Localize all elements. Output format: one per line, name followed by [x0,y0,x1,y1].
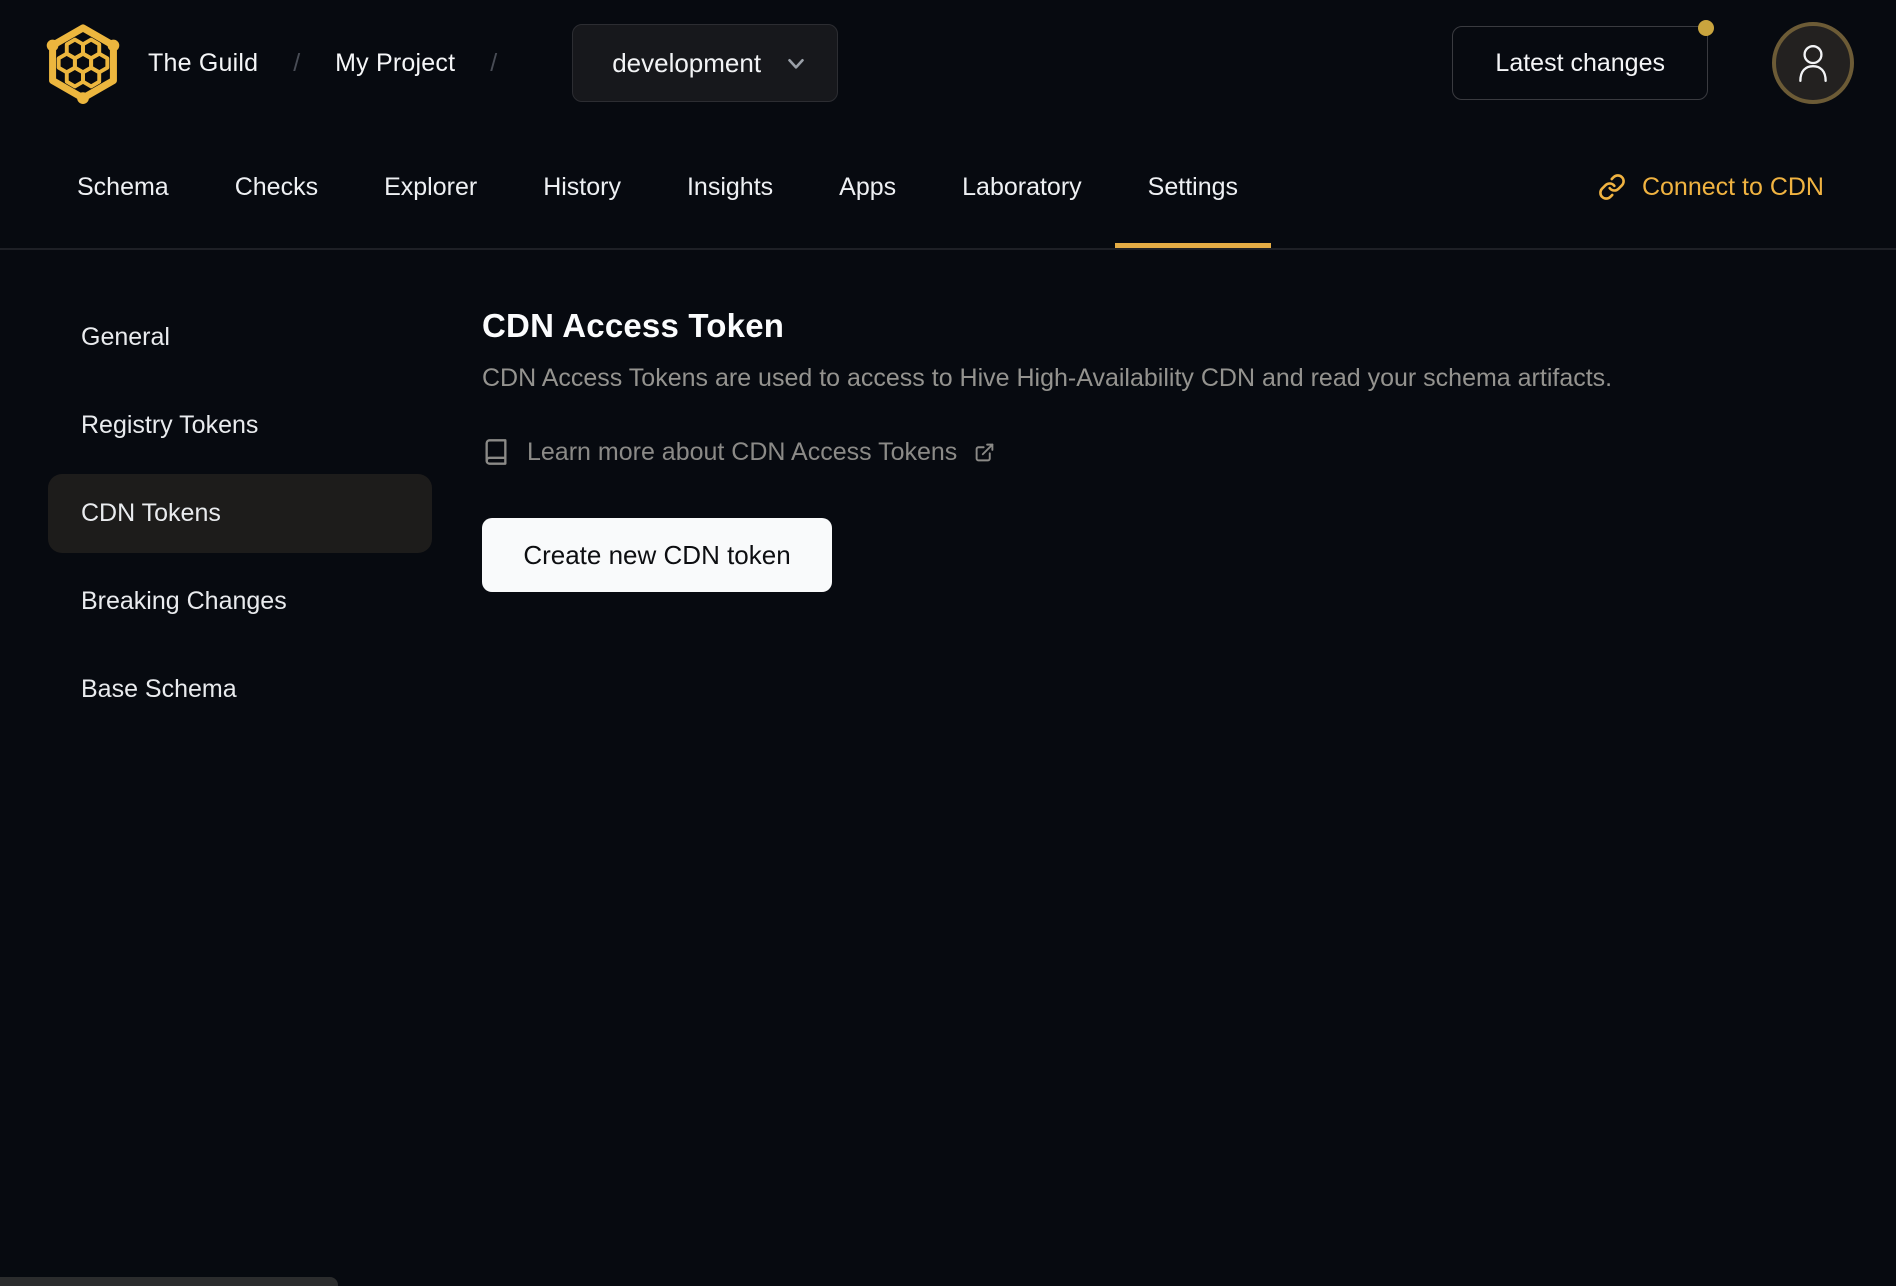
latest-changes-label: Latest changes [1495,48,1665,77]
tabbar-spacer [1271,126,1598,248]
breadcrumb: The Guild / My Project / development [148,24,839,102]
tab-settings[interactable]: Settings [1115,126,1271,248]
tab-laboratory[interactable]: Laboratory [929,126,1115,248]
latest-changes-button[interactable]: Latest changes [1452,20,1714,100]
notification-dot [1698,20,1714,36]
tab-checks[interactable]: Checks [202,126,351,248]
connect-to-cdn-link[interactable]: Connect to CDN [1598,126,1824,248]
sidebar-item-base-schema[interactable]: Base Schema [48,650,432,729]
tab-bar: Schema Checks Explorer History Insights … [0,126,1896,250]
sidebar-item-cdn-tokens[interactable]: CDN Tokens [48,474,432,553]
tab-schema[interactable]: Schema [44,126,202,248]
page-description: CDN Access Tokens are used to access to … [482,364,1613,392]
header: The Guild / My Project / development Lat… [0,0,1896,126]
target-select[interactable]: development [572,24,839,102]
chevron-down-icon [783,50,809,76]
learn-more-label: Learn more about CDN Access Tokens [527,437,958,466]
hive-logo-icon [44,20,122,106]
content: General Registry Tokens CDN Tokens Break… [0,250,1896,1286]
main-panel: CDN Access Token CDN Access Tokens are u… [434,250,1896,1286]
hive-logo[interactable] [44,20,122,106]
create-cdn-token-button[interactable]: Create new CDN token [482,518,832,592]
avatar-button[interactable] [1772,22,1854,104]
bottom-partial-element [0,1277,338,1286]
sidebar-item-registry-tokens[interactable]: Registry Tokens [48,386,432,465]
breadcrumb-separator: / [490,48,498,77]
link-icon [1598,173,1626,201]
page-title: CDN Access Token [482,307,785,344]
breadcrumb-org[interactable]: The Guild [148,49,258,78]
breadcrumb-project[interactable]: My Project [335,49,455,78]
target-select-value: development [612,47,762,78]
tab-apps[interactable]: Apps [806,126,929,248]
app: { "header": { "breadcrumb": { "org": "Th… [0,0,1896,1286]
user-icon [1795,43,1831,83]
external-link-icon [974,442,995,463]
sidebar-item-general[interactable]: General [48,298,432,377]
breadcrumb-separator: / [293,48,301,77]
tab-insights[interactable]: Insights [654,126,806,248]
book-icon [482,437,510,467]
tab-history[interactable]: History [510,126,654,248]
tab-explorer[interactable]: Explorer [351,126,510,248]
connect-to-cdn-label: Connect to CDN [1641,172,1824,201]
sidebar-item-breaking-changes[interactable]: Breaking Changes [48,562,432,641]
learn-more-link[interactable]: Learn more about CDN Access Tokens [482,437,995,467]
settings-sidebar: General Registry Tokens CDN Tokens Break… [0,250,434,1286]
